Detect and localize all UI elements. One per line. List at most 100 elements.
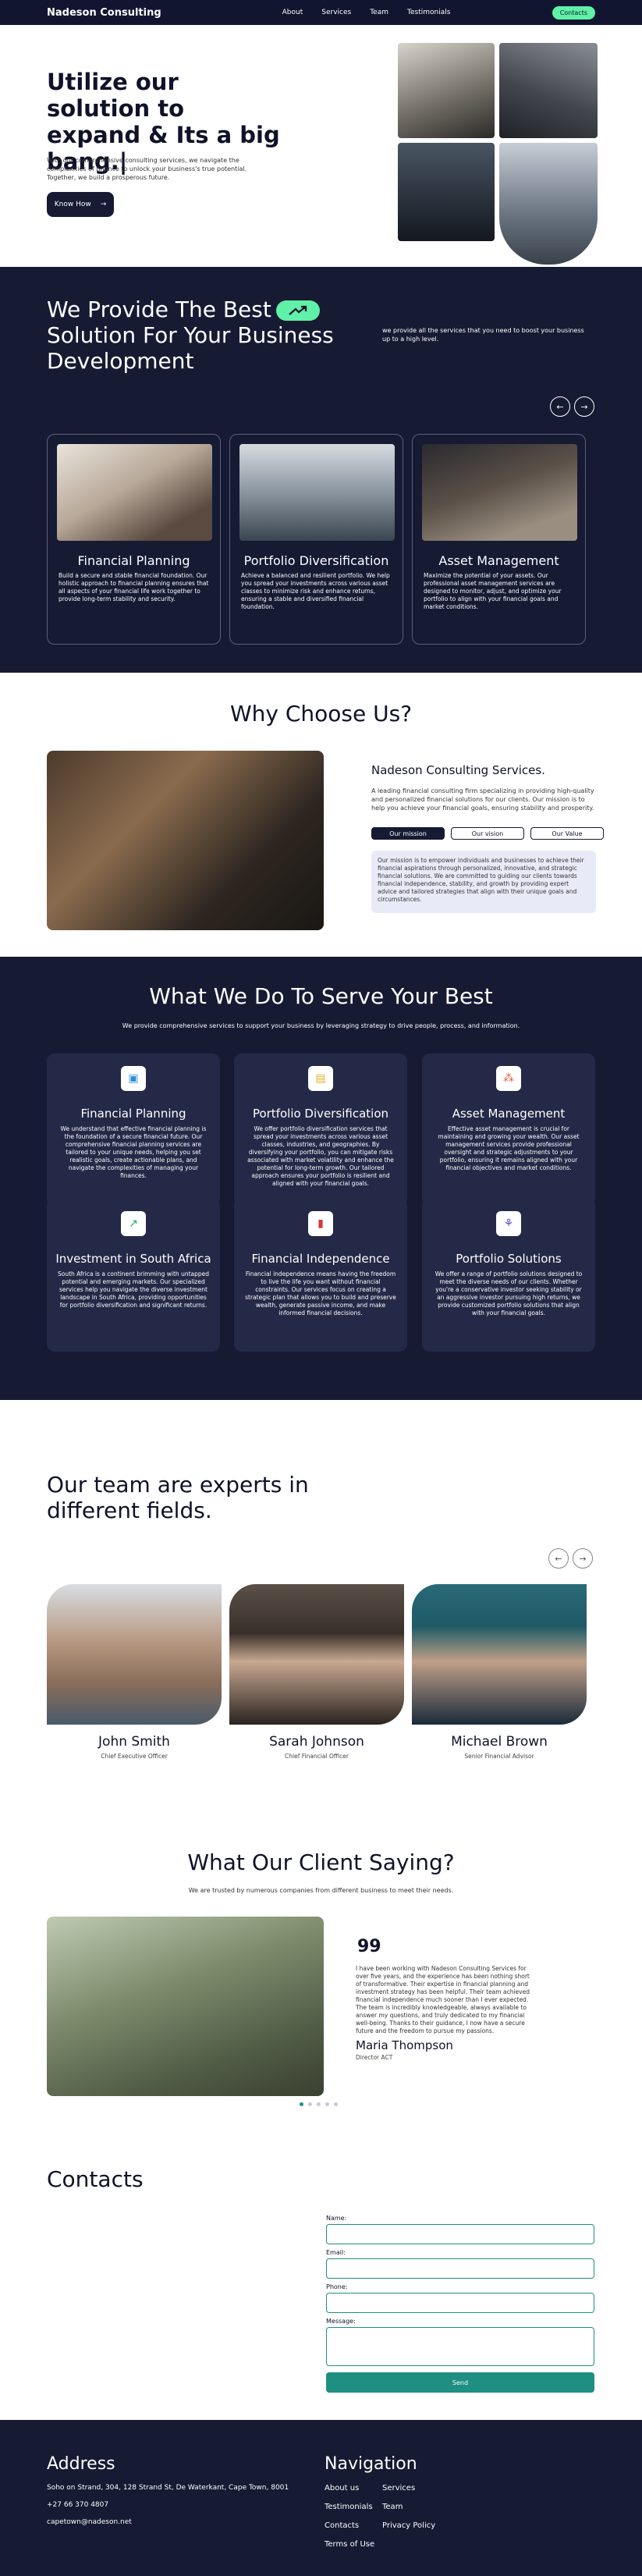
testimonial-subtitle: We are trusted by numerous companies fro…: [188, 1887, 454, 1894]
service-image: [57, 444, 212, 541]
name-field[interactable]: [326, 2224, 594, 2244]
phone-field[interactable]: [326, 2293, 594, 2313]
email-label: Email:: [326, 2249, 346, 2256]
chart-up-icon: ↗: [121, 1211, 146, 1236]
trending-up-icon: [275, 300, 320, 321]
testimonial-section: What Our Client Saying? We are trusted b…: [0, 1790, 642, 2121]
member-role: Chief Executive Officer: [101, 1753, 168, 1760]
member-role: Senior Financial Advisor: [464, 1753, 534, 1760]
tab-value[interactable]: Our Value: [530, 827, 604, 840]
member-photo: [412, 1584, 587, 1725]
client-name: Maria Thompson: [356, 2038, 453, 2052]
team-prev-button[interactable]: ←: [548, 1548, 569, 1569]
services-title: We Provide The Best Solution For Your Bus…: [47, 297, 343, 374]
hero-photo-grid: [398, 43, 598, 265]
service-card[interactable]: Financial Planning Build a secure and st…: [47, 434, 221, 645]
feature-title: Investment in South Africa: [55, 1252, 211, 1266]
nav-link-about[interactable]: About: [282, 9, 303, 16]
tab-mission[interactable]: Our mission: [371, 827, 445, 840]
nav-link-team[interactable]: Team: [370, 9, 388, 16]
nav-links: About Services Team Testimonials: [282, 9, 451, 16]
contacts-section: Contacts Name: Email: Phone: Message: Se…: [0, 2121, 642, 2420]
quote-icon: 99: [357, 1937, 381, 1956]
message-label: Message:: [326, 2318, 356, 2325]
carousel-dot[interactable]: [325, 2102, 329, 2106]
email-field[interactable]: [326, 2258, 594, 2279]
service-desc: Achieve a balanced and resilient portfol…: [241, 572, 390, 610]
testimonial-title: What Our Client Saying?: [187, 1849, 455, 1875]
team-photo: [499, 143, 598, 265]
feature-title: Financial Independence: [251, 1252, 390, 1266]
carousel-dot[interactable]: [334, 2102, 338, 2106]
footer-link-team[interactable]: Team: [382, 2503, 403, 2511]
hero-intro: With our comprehensive consulting servic…: [47, 157, 247, 181]
feature-desc: Financial independence means having the …: [245, 1270, 396, 1316]
phone-link[interactable]: +27 66 370 4807: [47, 2501, 108, 2509]
calendar-icon: ▣: [121, 1066, 146, 1091]
service-title: Portfolio Diversification: [243, 553, 389, 568]
carousel-dot[interactable]: [300, 2102, 303, 2106]
arrow-left-icon: ←: [555, 1553, 562, 1564]
feature-card[interactable]: ▤ Portfolio Diversification We offer portf…: [234, 1053, 407, 1206]
know-how-label: Know How: [54, 201, 91, 208]
footer-link-terms[interactable]: Terms of Use: [325, 2540, 374, 2549]
know-how-button[interactable]: Know How →: [47, 192, 114, 217]
contacts-button[interactable]: Contacts: [552, 5, 595, 20]
team-next-button[interactable]: →: [573, 1548, 593, 1569]
feature-card[interactable]: ⚘ Portfolio Solutions We offer a range of …: [422, 1199, 595, 1352]
footer-link-services[interactable]: Services: [382, 2484, 415, 2493]
carousel-dot[interactable]: [308, 2102, 312, 2106]
tab-vision[interactable]: Our vision: [451, 827, 524, 840]
nav-link-testimonials[interactable]: Testimonials: [407, 9, 450, 16]
footer: Address Soho on Strand, 304, 128 Strand …: [0, 2420, 642, 2576]
feature-desc: We understand that effective financial p…: [60, 1125, 207, 1179]
team-member-card: John Smith Chief Executive Officer: [47, 1584, 222, 1760]
service-image: [239, 444, 395, 541]
service-title: Financial Planning: [77, 553, 190, 568]
team-member-card: Michael Brown Senior Financial Advisor: [412, 1584, 587, 1760]
footer-link-privacy[interactable]: Privacy Policy: [382, 2521, 435, 2530]
email-link[interactable]: capetown@nadeson.net: [47, 2518, 132, 2526]
footer-link-testimonials[interactable]: Testimonials: [325, 2503, 373, 2511]
service-image: [422, 444, 577, 541]
feature-desc: South Africa is a continent brimming wit…: [58, 1270, 210, 1309]
member-photo: [47, 1584, 222, 1725]
feature-card[interactable]: ⁂ Asset Management Effective asset managem…: [422, 1053, 595, 1206]
feature-card[interactable]: ▣ Financial Planning We understand that ef…: [47, 1053, 220, 1206]
network-icon: ⚘: [496, 1211, 521, 1236]
meeting-photo: [499, 43, 598, 138]
why-heading: Nadeson Consulting Services.: [371, 763, 545, 777]
footer-link-about[interactable]: About us: [325, 2484, 359, 2493]
arrow-right-icon: →: [580, 401, 588, 412]
services-prev-button[interactable]: ←: [550, 396, 570, 417]
handshake-photo: [398, 143, 495, 241]
what-we-do-section: What We Do To Serve Your Best We provide…: [0, 957, 642, 1400]
document-icon: ▮: [308, 1211, 333, 1236]
member-photo: [229, 1584, 404, 1725]
wwd-title: What We Do To Serve Your Best: [149, 983, 493, 1009]
address-title: Address: [47, 2454, 115, 2474]
briefcase-icon: ▤: [308, 1066, 333, 1091]
services-next-button[interactable]: →: [574, 396, 594, 417]
service-card[interactable]: Portfolio Diversification Achieve a bala…: [229, 434, 403, 645]
feature-title: Financial Planning: [80, 1107, 186, 1121]
nav-link-services[interactable]: Services: [321, 9, 351, 16]
footer-link-contacts[interactable]: Contacts: [325, 2521, 359, 2530]
member-role: Chief Financial Officer: [285, 1753, 349, 1760]
feature-card[interactable]: ↗ Investment in South Africa South Africa …: [47, 1199, 220, 1352]
coworking-photo: [47, 751, 324, 930]
message-field[interactable]: [326, 2327, 594, 2366]
phone-label: Phone:: [326, 2283, 348, 2290]
wwd-subtitle: We provide comprehensive services to sup…: [122, 1022, 520, 1029]
client-photo: [47, 1917, 324, 2096]
feature-desc: Effective asset management is crucial fo…: [438, 1125, 580, 1171]
top-nav: Nadeson Consulting About Services Team T…: [0, 0, 642, 25]
carousel-dot[interactable]: [317, 2102, 321, 2106]
send-button[interactable]: Send: [326, 2372, 594, 2393]
service-title: Asset Management: [438, 553, 559, 568]
services-title-line2: Solution For Your Business Development: [47, 322, 334, 374]
brand-logo[interactable]: Nadeson Consulting: [47, 7, 161, 19]
feature-title: Asset Management: [452, 1107, 566, 1121]
feature-card[interactable]: ▮ Financial Independence Financial indepen…: [234, 1199, 407, 1352]
service-card[interactable]: Asset Management Maximize the potential …: [412, 434, 586, 645]
